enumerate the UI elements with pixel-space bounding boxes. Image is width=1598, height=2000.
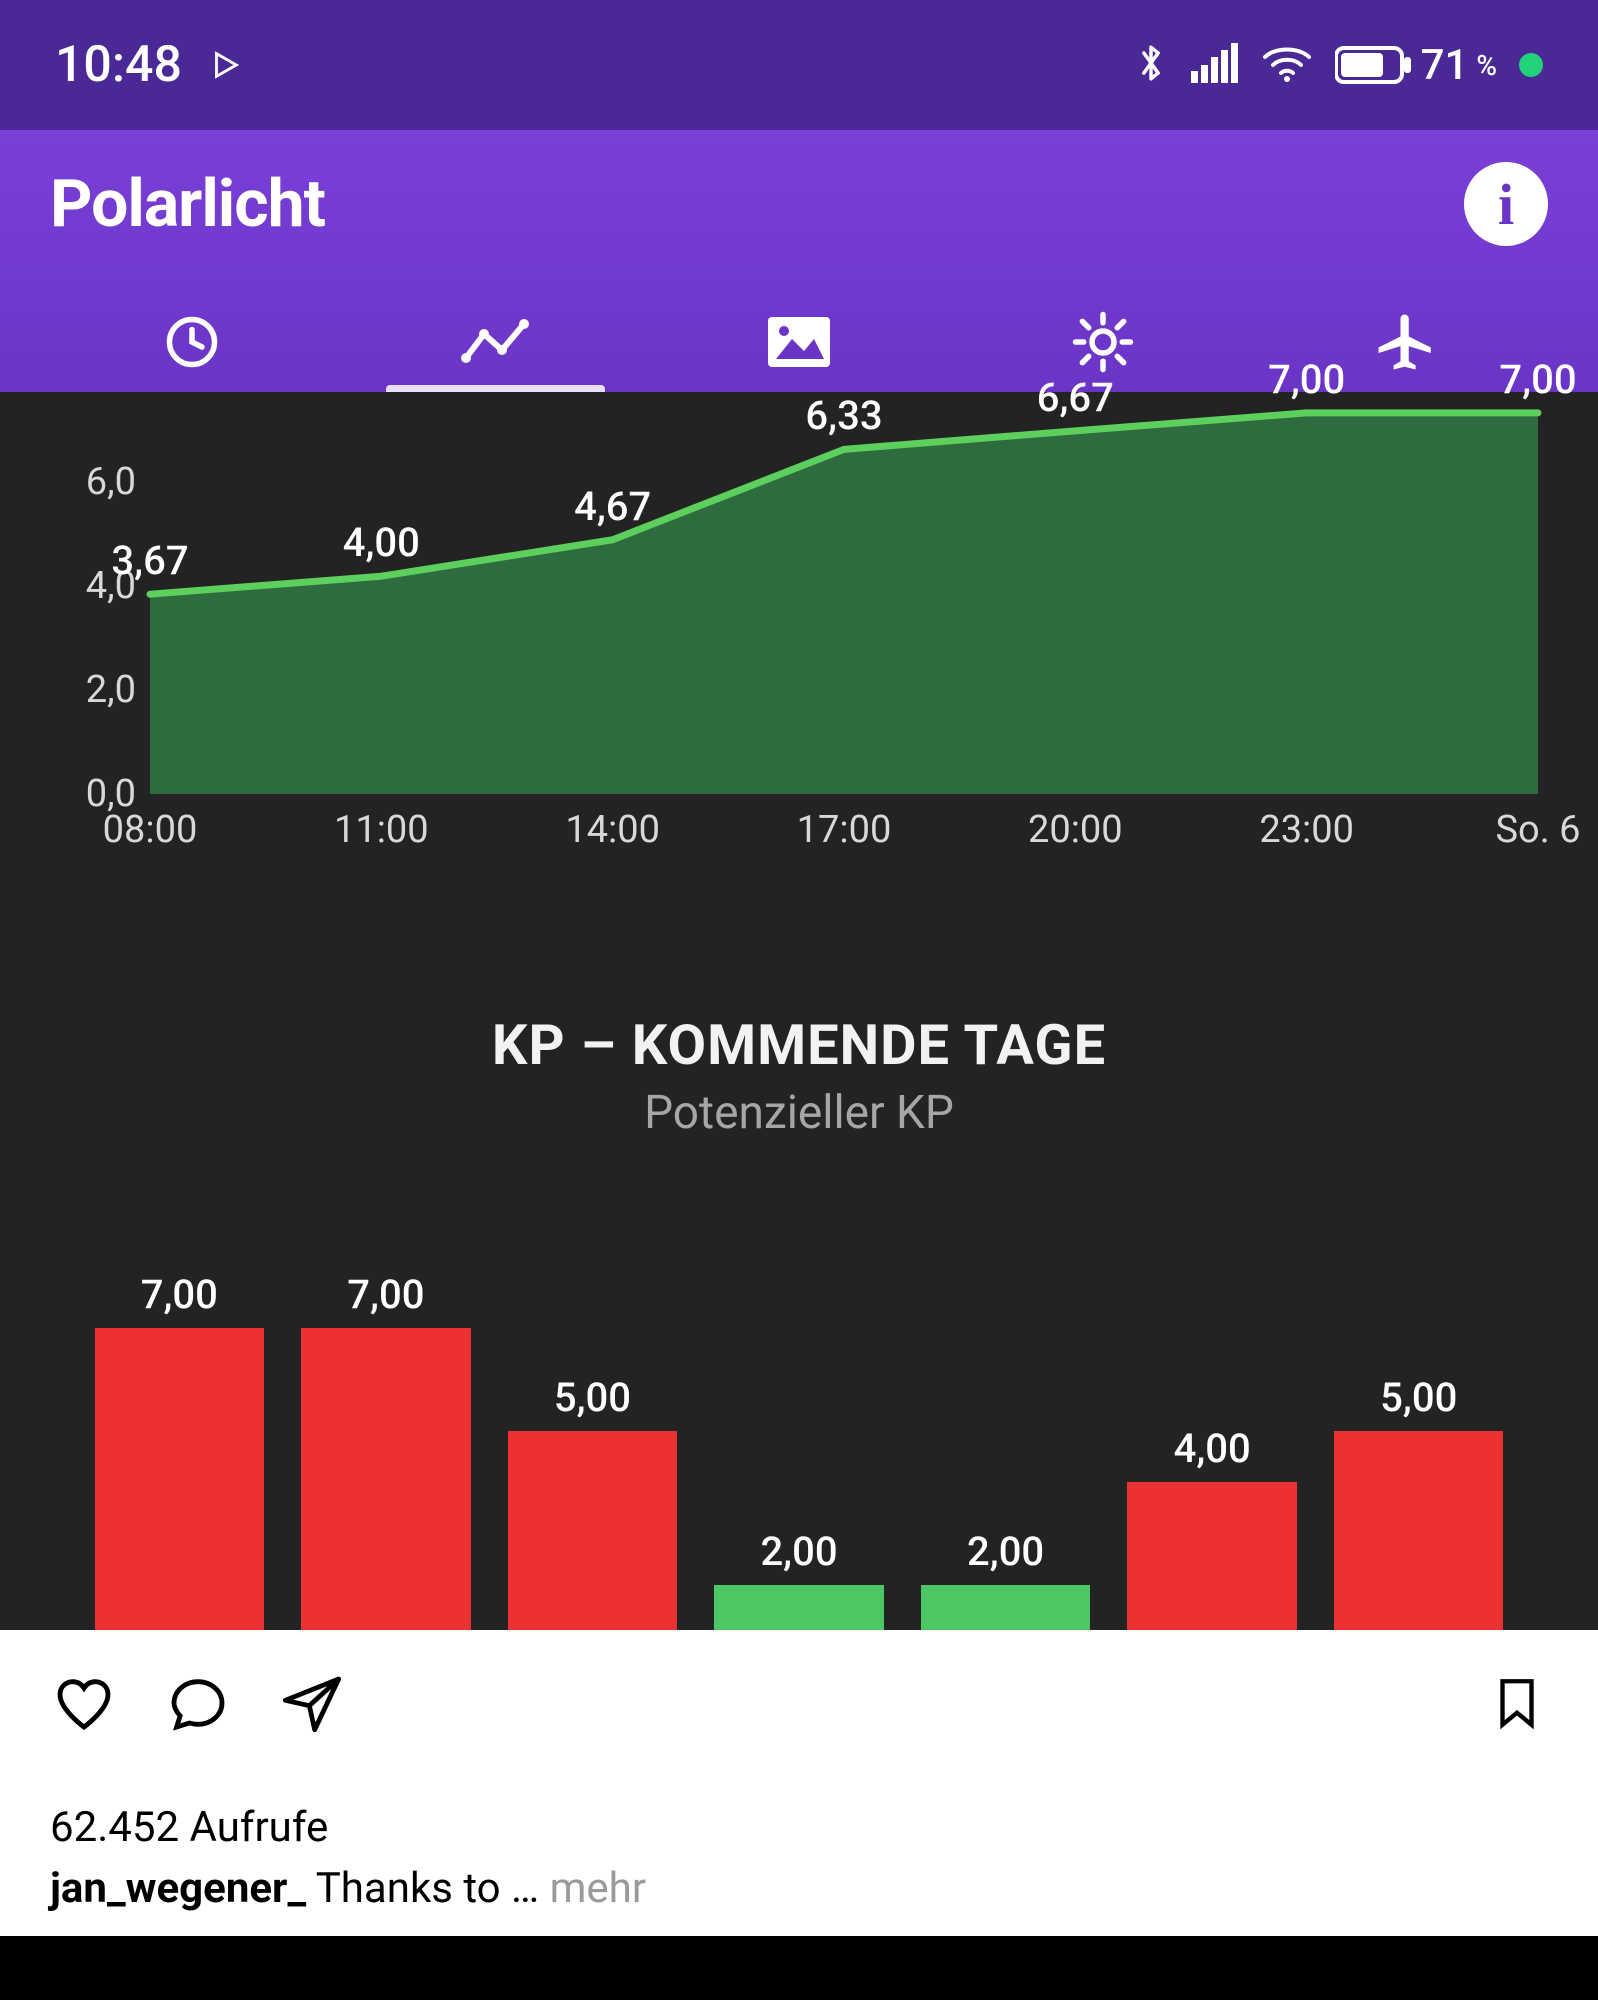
battery-indicator: 71 % [1335,41,1497,90]
x-tick: 23:00 [1259,808,1354,852]
bar-value-label: 2,00 [760,1528,837,1575]
x-tick: 08:00 [103,808,198,852]
tab-trend[interactable] [344,292,648,392]
android-nav-bar [0,1936,1598,2000]
ig-views-line: 62.452 Aufrufe [50,1803,1548,1852]
point-label: 4,67 [574,483,651,530]
bluetooth-icon [1133,40,1169,90]
clock-time: 10:48 [55,36,182,94]
page-title: Polarlicht [50,166,325,243]
ig-meta: 62.452 Aufrufe jan_wegener_ Thanks to … … [0,1780,1598,1936]
share-icon[interactable] [280,1671,344,1739]
point-label: 7,00 [1499,356,1576,403]
bar-value-label: 7,00 [141,1271,218,1318]
x-tick: 20:00 [1028,808,1123,852]
cellular-icon [1191,43,1239,87]
comment-icon[interactable] [166,1671,230,1739]
app-screen: 10:48 [0,0,1598,2000]
point-label: 3,67 [111,537,188,584]
info-button[interactable]: i [1464,162,1548,246]
x-tick: So. 6 [1495,808,1580,852]
kp-hourly-chart: 0,0 2,0 4,0 6,0 08:0011:0014:0017:0020:0… [40,392,1558,892]
bar-value-label: 7,00 [347,1271,424,1318]
section-title: KP – KOMMENDE TAGE [0,1012,1598,1078]
point-label: 7,00 [1268,356,1345,403]
bar-value-label: 5,00 [554,1374,631,1421]
tab-image[interactable] [647,292,951,392]
y-tick: 2,0 [86,668,136,712]
app-header: Polarlicht i [0,130,1598,392]
ig-caption-line[interactable]: jan_wegener_ Thanks to … mehr [50,1864,1548,1913]
section-heading: KP – KOMMENDE TAGE Potenzieller KP [0,1012,1598,1140]
bar-value-label: 5,00 [1380,1374,1457,1421]
bar-value-label: 4,00 [1174,1425,1251,1472]
status-bar: 10:48 [0,0,1598,130]
status-dot [1519,53,1543,77]
battery-percent-sign: % [1476,49,1497,82]
wifi-icon [1261,43,1313,87]
bookmark-icon[interactable] [1488,1671,1546,1739]
point-label: 6,33 [805,392,882,439]
x-tick: 17:00 [797,808,892,852]
y-tick: 6,0 [86,460,136,504]
battery-percent: 71 [1421,41,1469,90]
x-tick: 14:00 [565,808,660,852]
tab-bar [0,292,1598,392]
point-label: 4,00 [343,519,420,566]
play-store-icon [208,48,242,82]
tab-clock[interactable] [40,292,344,392]
bar-value-label: 2,00 [967,1528,1044,1575]
point-label: 6,67 [1037,374,1114,421]
like-icon[interactable] [52,1671,116,1739]
section-subtitle: Potenzieller KP [0,1086,1598,1140]
x-tick: 11:00 [334,808,429,852]
ig-action-bar [0,1630,1598,1780]
